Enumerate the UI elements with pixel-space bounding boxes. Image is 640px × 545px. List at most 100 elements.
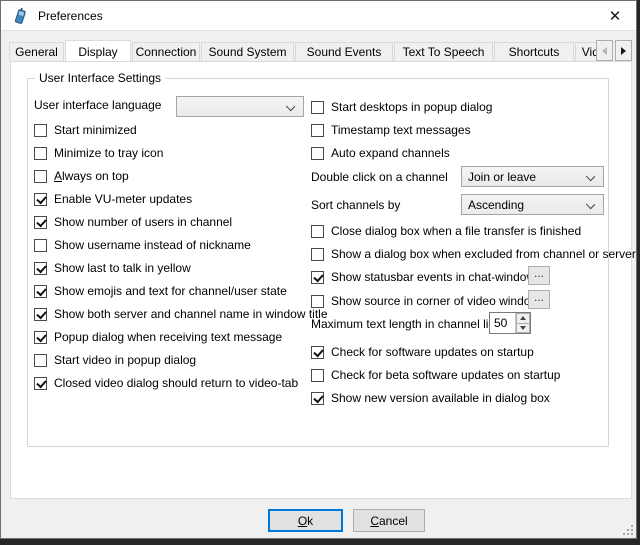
language-label: User interface language xyxy=(34,97,161,113)
checkbox-show-username[interactable]: Show username instead of nickname xyxy=(34,237,251,253)
double-click-select[interactable]: Join or leave xyxy=(461,166,604,187)
group-title: User Interface Settings xyxy=(35,71,165,85)
checkbox-check-updates[interactable]: Check for software updates on startup xyxy=(311,344,534,360)
checkbox-label: Always on top xyxy=(54,169,129,183)
tab-label: Text To Speech xyxy=(403,45,485,59)
checkbox-show-number-of-users[interactable]: Show number of users in channel xyxy=(34,214,232,230)
spinner-buttons xyxy=(515,313,530,333)
checkbox-show-new-version[interactable]: Show new version available in dialog box xyxy=(311,390,550,406)
window-title: Preferences xyxy=(38,9,103,23)
checkbox-check-beta-updates[interactable]: Check for beta software updates on start… xyxy=(311,367,560,383)
resize-grip[interactable] xyxy=(622,524,633,535)
checkbox-close-on-file-transfer[interactable]: Close dialog box when a file transfer is… xyxy=(311,223,581,239)
checkbox-minimize-to-tray[interactable]: Minimize to tray icon xyxy=(34,145,163,161)
checkbox-box[interactable] xyxy=(34,331,47,344)
checkbox-show-last-to-talk[interactable]: Show last to talk in yellow xyxy=(34,260,191,276)
teamtalk-app-icon xyxy=(11,7,29,25)
checkbox-label: Closed video dialog should return to vid… xyxy=(54,376,298,390)
checkbox-dialog-when-excluded[interactable]: Show a dialog box when excluded from cha… xyxy=(311,246,636,262)
checkbox-show-emojis[interactable]: Show emojis and text for channel/user st… xyxy=(34,283,287,299)
tab-general[interactable]: General xyxy=(9,42,64,61)
tab-sound-events[interactable]: Sound Events xyxy=(295,42,393,61)
checkbox-box[interactable] xyxy=(311,271,324,284)
checkbox-box[interactable] xyxy=(34,285,47,298)
preferences-dialog: Preferences ✕ General Display Connection… xyxy=(0,0,637,539)
max-text-length-label: Maximum text length in channel list xyxy=(311,316,498,332)
tab-strip: General Display Connection Sound System … xyxy=(9,39,633,61)
checkbox-start-desktops-popup[interactable]: Start desktops in popup dialog xyxy=(311,99,492,115)
chevron-down-icon xyxy=(286,102,295,111)
checkbox-box[interactable] xyxy=(34,193,47,206)
checkbox-box[interactable] xyxy=(34,262,47,275)
tab-label: General xyxy=(15,45,58,59)
checkbox-box[interactable] xyxy=(311,369,324,382)
checkbox-box[interactable] xyxy=(311,295,324,308)
checkbox-box[interactable] xyxy=(34,216,47,229)
checkbox-box[interactable] xyxy=(34,124,47,137)
checkbox-label: Timestamp text messages xyxy=(331,123,471,137)
checkbox-box[interactable] xyxy=(34,308,47,321)
sort-channels-select[interactable]: Ascending xyxy=(461,194,604,215)
tab-sound-system[interactable]: Sound System xyxy=(201,42,294,61)
checkbox-box[interactable] xyxy=(34,147,47,160)
checkbox-start-minimized[interactable]: Start minimized xyxy=(34,122,137,138)
tab-scroll-left-button[interactable] xyxy=(596,40,613,61)
checkbox-label: Show username instead of nickname xyxy=(54,238,251,252)
close-icon[interactable]: ✕ xyxy=(602,4,628,28)
spinner-down-button[interactable] xyxy=(516,324,530,334)
checkbox-label: Start video in popup dialog xyxy=(54,353,196,367)
checkbox-label: Check for software updates on startup xyxy=(331,345,534,359)
checkbox-label: Start minimized xyxy=(54,123,137,137)
video-source-config-button[interactable]: ... xyxy=(528,290,550,309)
tab-label: Connection xyxy=(136,45,197,59)
spinner-up-button[interactable] xyxy=(516,313,530,324)
checkbox-popup-dialog-text-message[interactable]: Popup dialog when receiving text message xyxy=(34,329,282,345)
checkbox-show-source-video[interactable]: Show source in corner of video window xyxy=(311,293,539,309)
chevron-down-icon xyxy=(586,172,595,181)
tab-connection[interactable]: Connection xyxy=(132,42,200,61)
ok-button[interactable]: Ok xyxy=(268,509,343,532)
chevron-left-icon xyxy=(602,47,607,55)
checkbox-box[interactable] xyxy=(311,147,324,160)
checkbox-box[interactable] xyxy=(34,377,47,390)
checkbox-label: Enable VU-meter updates xyxy=(54,192,192,206)
checkbox-box[interactable] xyxy=(34,354,47,367)
checkbox-box[interactable] xyxy=(311,101,324,114)
checkbox-box[interactable] xyxy=(34,170,47,183)
checkbox-statusbar-events[interactable]: Show statusbar events in chat-window xyxy=(311,269,535,285)
double-click-label: Double click on a channel xyxy=(311,169,448,185)
checkbox-enable-vu-meter[interactable]: Enable VU-meter updates xyxy=(34,191,192,207)
checkbox-box[interactable] xyxy=(311,248,324,261)
checkbox-auto-expand-channels[interactable]: Auto expand channels xyxy=(311,145,450,161)
spinner-value: 50 xyxy=(490,313,515,333)
language-select[interactable] xyxy=(176,96,304,117)
tab-display[interactable]: Display xyxy=(65,40,131,61)
checkbox-box[interactable] xyxy=(311,392,324,405)
checkbox-start-video-popup[interactable]: Start video in popup dialog xyxy=(34,352,196,368)
checkbox-label: Close dialog box when a file transfer is… xyxy=(331,224,581,238)
title-bar[interactable]: Preferences ✕ xyxy=(1,1,636,31)
checkbox-box[interactable] xyxy=(311,124,324,137)
max-text-length-spinner[interactable]: 50 xyxy=(489,312,531,334)
tab-text-to-speech[interactable]: Text To Speech xyxy=(394,42,493,61)
tab-label: Sound Events xyxy=(307,45,382,59)
cancel-button[interactable]: Cancel xyxy=(353,509,425,532)
checkbox-timestamp-messages[interactable]: Timestamp text messages xyxy=(311,122,471,138)
checkbox-always-on-top[interactable]: Always on top xyxy=(34,168,129,184)
statusbar-events-config-button[interactable]: ... xyxy=(528,266,550,285)
checkbox-label: Show a dialog box when excluded from cha… xyxy=(331,247,636,261)
checkbox-box[interactable] xyxy=(34,239,47,252)
checkbox-box[interactable] xyxy=(311,225,324,238)
tab-label: Sound System xyxy=(208,45,286,59)
checkbox-label: Show last to talk in yellow xyxy=(54,261,191,275)
tab-scroll-right-button[interactable] xyxy=(615,40,632,61)
checkbox-closed-video-return[interactable]: Closed video dialog should return to vid… xyxy=(34,375,298,391)
checkbox-label: Minimize to tray icon xyxy=(54,146,163,160)
tab-shortcuts[interactable]: Shortcuts xyxy=(494,42,574,61)
checkbox-label: Start desktops in popup dialog xyxy=(331,100,492,114)
tab-label: Display xyxy=(78,45,117,59)
checkbox-box[interactable] xyxy=(311,346,324,359)
cancel-button-label: Cancel xyxy=(370,514,407,528)
checkbox-show-server-channel-title[interactable]: Show both server and channel name in win… xyxy=(34,306,328,322)
sort-channels-label: Sort channels by xyxy=(311,197,400,213)
